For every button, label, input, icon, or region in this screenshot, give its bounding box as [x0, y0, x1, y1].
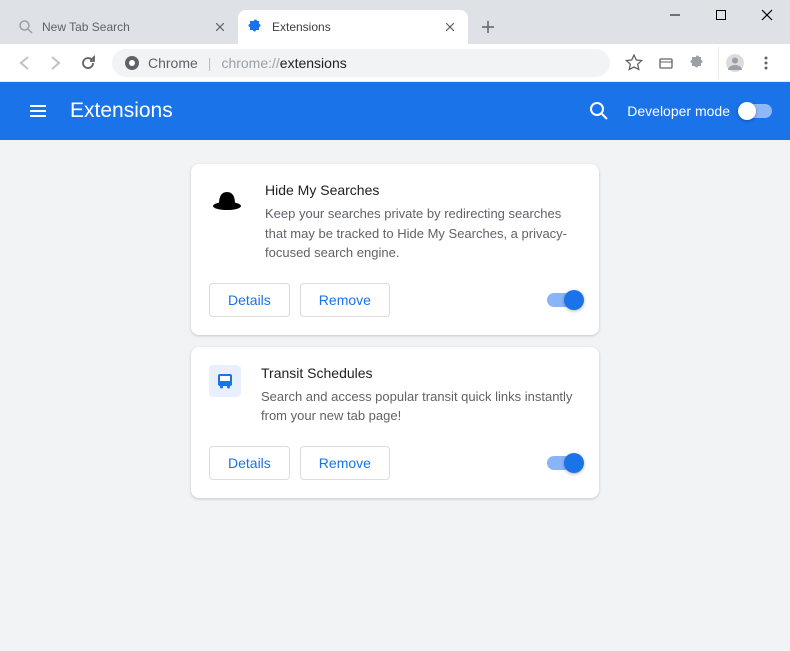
enable-toggle[interactable] — [547, 293, 581, 307]
enable-toggle[interactable] — [547, 456, 581, 470]
url-path: extensions — [280, 55, 347, 71]
details-button[interactable]: Details — [209, 283, 290, 317]
bookmark-star-icon[interactable] — [618, 47, 650, 79]
remove-button[interactable]: Remove — [300, 446, 390, 480]
new-tab-button[interactable] — [474, 13, 502, 41]
address-bar[interactable]: Chrome | chrome://extensions — [112, 49, 610, 77]
minimize-button[interactable] — [652, 0, 698, 30]
extension-card: Transit Schedules Search and access popu… — [191, 347, 599, 498]
chrome-icon — [124, 55, 140, 71]
extension-card: Hide My Searches Keep your searches priv… — [191, 164, 599, 335]
search-icon — [18, 19, 34, 35]
forward-button[interactable] — [40, 47, 72, 79]
close-tab-icon[interactable] — [442, 19, 458, 35]
details-button[interactable]: Details — [209, 446, 290, 480]
developer-mode-label: Developer mode — [627, 103, 730, 119]
extension-description: Search and access popular transit quick … — [261, 387, 581, 426]
tab-new-tab-search[interactable]: New Tab Search — [8, 10, 238, 44]
url-scheme: chrome:// — [221, 55, 279, 71]
close-window-button[interactable] — [744, 0, 790, 30]
divider: | — [208, 55, 212, 71]
close-tab-icon[interactable] — [212, 19, 228, 35]
extension-icon-2[interactable] — [682, 47, 714, 79]
extension-name: Hide My Searches — [265, 182, 581, 198]
remove-button[interactable]: Remove — [300, 283, 390, 317]
browser-toolbar: Chrome | chrome://extensions — [0, 44, 790, 82]
window-controls — [652, 0, 790, 30]
chrome-label: Chrome — [148, 55, 198, 71]
extensions-list: Hide My Searches Keep your searches priv… — [0, 140, 790, 651]
extension-description: Keep your searches private by redirectin… — [265, 204, 581, 263]
menu-button[interactable] — [750, 47, 782, 79]
tab-title: New Tab Search — [42, 20, 206, 34]
developer-mode-toggle[interactable] — [740, 104, 772, 118]
profile-avatar[interactable] — [718, 47, 750, 79]
tab-extensions[interactable]: Extensions — [238, 10, 468, 44]
hat-icon — [209, 182, 245, 218]
bus-icon — [209, 365, 241, 397]
extensions-header: Extensions Developer mode — [0, 82, 790, 140]
hamburger-menu-button[interactable] — [18, 91, 58, 131]
back-button[interactable] — [8, 47, 40, 79]
extension-name: Transit Schedules — [261, 365, 581, 381]
tab-title: Extensions — [272, 20, 436, 34]
search-button[interactable] — [579, 91, 619, 131]
maximize-button[interactable] — [698, 0, 744, 30]
extension-icon-1[interactable] — [650, 47, 682, 79]
puzzle-icon — [248, 19, 264, 35]
reload-button[interactable] — [72, 47, 104, 79]
page-title: Extensions — [70, 99, 579, 123]
